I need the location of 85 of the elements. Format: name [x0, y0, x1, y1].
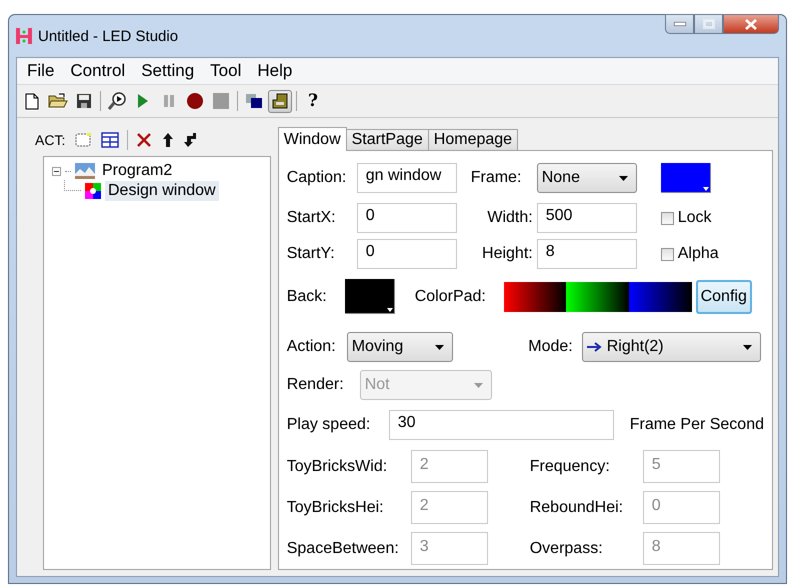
field-label: ToyBricksWid: [286, 458, 388, 476]
minimize-button[interactable] [665, 14, 694, 34]
frame-dropdown[interactable]: None [536, 163, 637, 193]
minimize-icon [674, 22, 686, 26]
window-title: Untitled - LED Studio [38, 28, 178, 44]
record-icon [186, 92, 204, 110]
menu-item[interactable]: Setting [133, 61, 202, 81]
config-button[interactable]: Config [696, 280, 752, 314]
pause-icon [163, 94, 175, 108]
magnifier-icon [107, 91, 127, 111]
checkbox[interactable] [660, 212, 674, 224]
curved-arrow-icon [184, 132, 198, 148]
color-picker[interactable] [344, 279, 395, 314]
tool-button[interactable] [136, 132, 152, 148]
checkbox-label: Alpha [678, 245, 719, 263]
maximize-icon [702, 19, 714, 29]
checkbox-label: Lock [678, 209, 712, 227]
field-label: Render: [286, 376, 345, 394]
right-arrow-icon [586, 342, 603, 352]
field-label: Mode: [527, 338, 573, 356]
field-label: Frame: [470, 169, 522, 187]
checkbox[interactable] [660, 248, 674, 260]
tool-button[interactable] [162, 132, 174, 148]
caret-icon [434, 344, 444, 350]
caret-icon [618, 176, 628, 180]
field-label: Overpass: [528, 540, 604, 558]
mode-dropdown[interactable]: Right(2) [582, 332, 761, 362]
up-arrow-icon [162, 132, 174, 148]
field-label: Action: [286, 338, 337, 356]
overlapping-squares-icon [245, 93, 263, 109]
menu-item[interactable]: Control [62, 61, 134, 81]
field-label: Frequency: [528, 458, 611, 476]
field-label: SpaceBetween: [286, 540, 400, 558]
action-dropdown[interactable]: Moving [346, 332, 453, 362]
tab[interactable]: Homepage [428, 129, 518, 150]
play-icon [137, 93, 149, 109]
layout-icon [101, 132, 120, 148]
tree-item[interactable]: Program2 [99, 161, 176, 181]
field-label: StartX: [286, 209, 337, 227]
color-picker[interactable] [660, 163, 711, 193]
dashed-rectangle-icon [75, 133, 92, 147]
caret-icon [474, 382, 483, 388]
field-label: StartY: [286, 245, 336, 263]
tab[interactable]: Window [278, 127, 347, 151]
field-label: Caption: [286, 169, 348, 187]
field-label: Play speed: [286, 416, 372, 434]
caret-icon [702, 187, 709, 191]
caret-icon [386, 308, 393, 312]
window-icon [272, 93, 288, 109]
number-field[interactable]: 8 [536, 239, 637, 269]
close-button[interactable] [723, 14, 779, 34]
field-label: Back: [286, 288, 328, 306]
close-icon [745, 18, 757, 30]
number-field[interactable]: 0 [356, 203, 457, 233]
toolbar-button[interactable]: ? [301, 90, 325, 112]
field-label: Width: [486, 209, 533, 227]
image-icon [75, 163, 95, 179]
new-file-icon [25, 92, 39, 110]
menu-item[interactable]: Help [249, 61, 300, 81]
number-field[interactable]: 0 [356, 239, 457, 269]
color-gradient-bar[interactable] [504, 282, 692, 312]
field-label: ToyBricksHei: [286, 498, 385, 516]
menu-item[interactable]: File [19, 61, 62, 81]
folder-icon [48, 93, 68, 109]
menu-item[interactable]: Tool [202, 61, 250, 81]
field-label: Height: [481, 245, 533, 263]
collapse-icon[interactable] [52, 166, 61, 176]
act-label: ACT: [35, 132, 66, 148]
maximize-button[interactable] [694, 14, 723, 34]
unit-label: Frame Per Second [630, 416, 764, 434]
color-wheel-icon [85, 183, 101, 199]
number-field[interactable]: 500 [536, 203, 637, 233]
stop-icon [213, 93, 229, 109]
play-speed-field[interactable]: 30 [388, 410, 614, 440]
caption-field[interactable]: gn window [356, 163, 457, 193]
tree-item[interactable]: Design window [105, 181, 219, 201]
field-label: ColorPad: [414, 288, 487, 306]
toolbar-button[interactable] [268, 90, 292, 112]
tool-button[interactable] [101, 132, 120, 148]
tool-button[interactable] [184, 132, 198, 148]
app-logo-icon [16, 28, 32, 44]
delete-icon [136, 132, 152, 148]
caret-icon [742, 344, 752, 350]
field-label: ReboundHei: [528, 498, 624, 516]
tab[interactable]: StartPage [346, 129, 429, 150]
